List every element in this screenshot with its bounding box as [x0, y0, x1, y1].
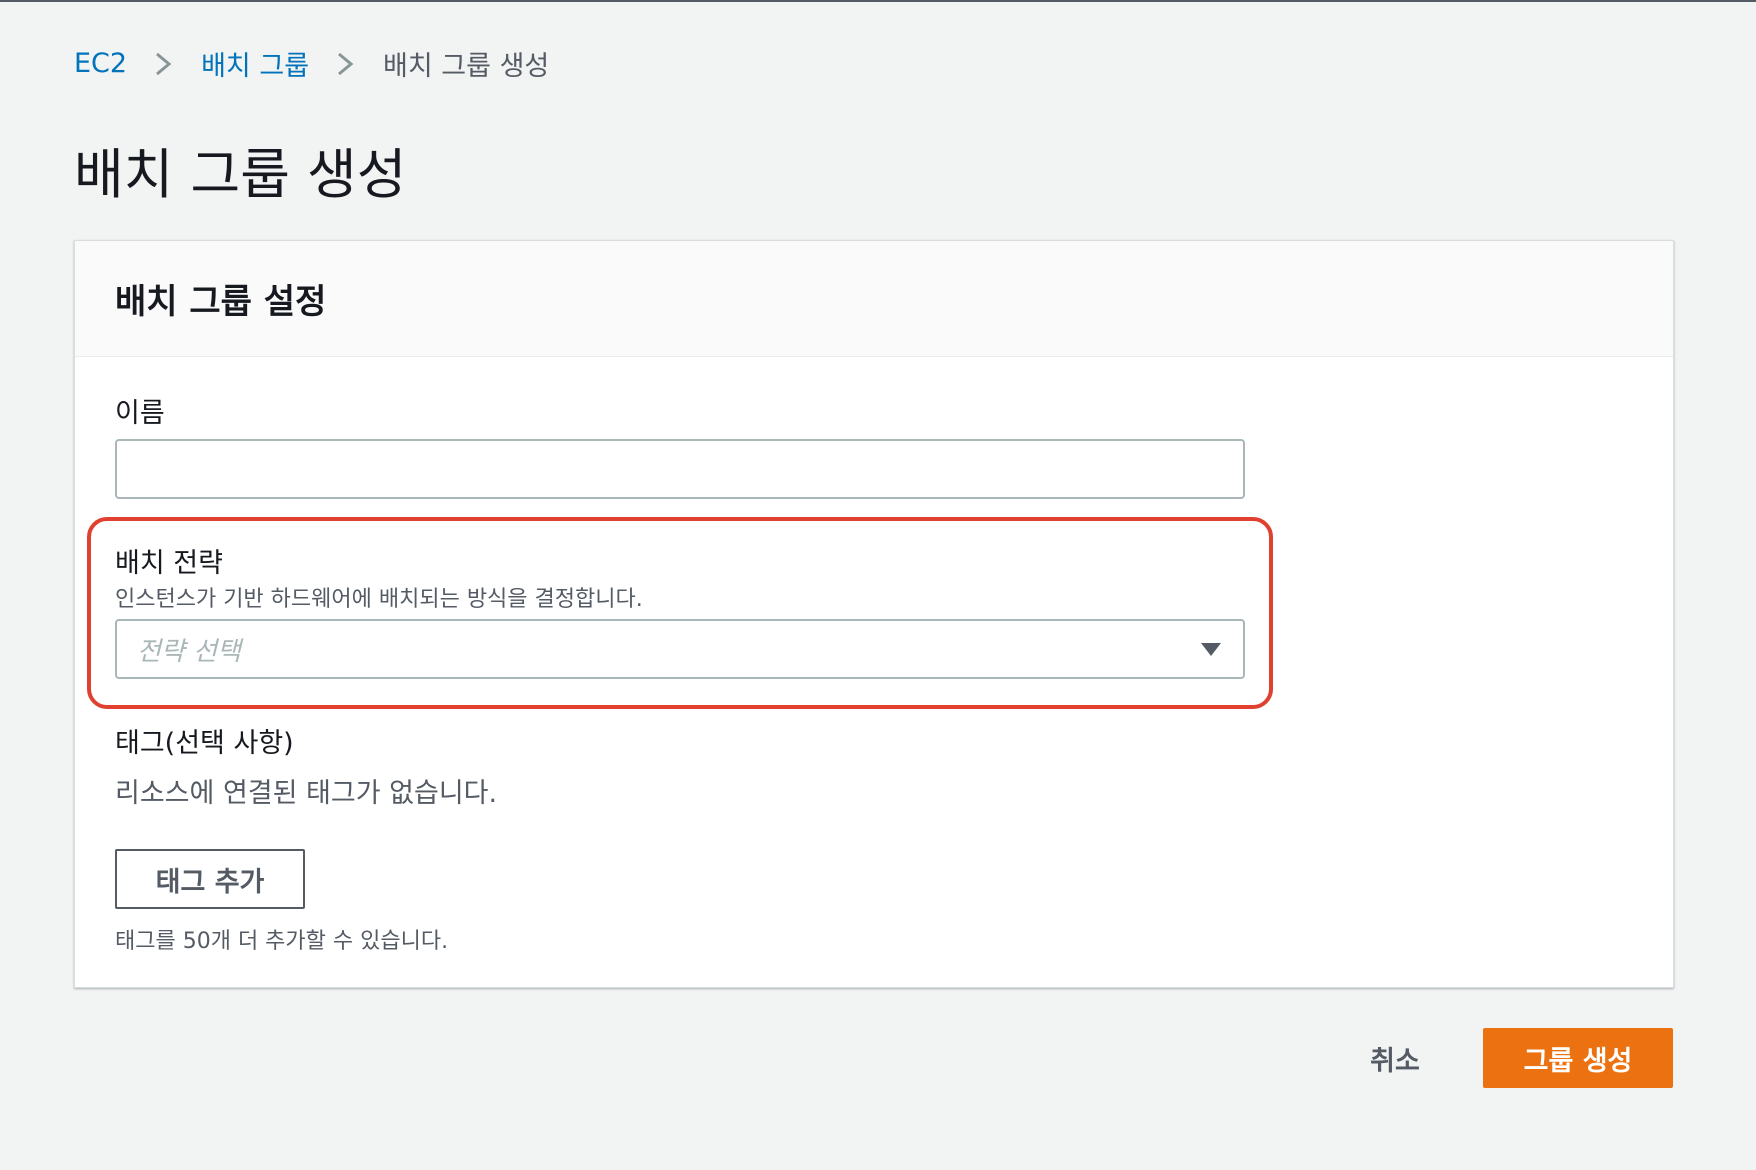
strategy-label: 배치 전략: [115, 548, 223, 579]
highlight-annotation: [87, 517, 1273, 709]
breadcrumb-placement-groups-link[interactable]: 배치 그룹: [201, 44, 309, 83]
strategy-select-placeholder: 전략 선택: [137, 636, 241, 667]
top-border: [0, 0, 1756, 2]
create-group-button[interactable]: 그룹 생성: [1483, 1028, 1673, 1088]
placement-group-settings-panel: 배치 그룹 설정 이름 배치 전략 인스턴스가 기반 하드웨어에 배치되는 방식…: [74, 240, 1674, 988]
strategy-description: 인스턴스가 기반 하드웨어에 배치되는 방식을 결정합니다.: [115, 587, 643, 612]
tags-empty-text: 리소스에 연결된 태그가 없습니다.: [115, 778, 498, 809]
name-label: 이름: [115, 398, 165, 429]
breadcrumb-current: 배치 그룹 생성: [383, 51, 550, 82]
chevron-right-icon: [127, 48, 201, 80]
add-tag-button[interactable]: 태그 추가: [115, 849, 305, 909]
caret-down-icon: [1201, 643, 1221, 656]
panel-title: 배치 그룹 설정: [115, 282, 327, 322]
panel-header: 배치 그룹 설정: [75, 241, 1673, 357]
cancel-button[interactable]: 취소: [1350, 1030, 1440, 1086]
strategy-select[interactable]: 전략 선택: [115, 619, 1245, 679]
breadcrumb-ec2-link[interactable]: EC2: [74, 48, 127, 79]
page-title: 배치 그룹 생성: [74, 143, 407, 206]
name-input[interactable]: [115, 439, 1245, 499]
breadcrumb: EC2 배치 그룹 배치 그룹 생성: [74, 44, 549, 83]
chevron-right-icon: [309, 48, 383, 80]
tags-limit-text: 태그를 50개 더 추가할 수 있습니다.: [115, 929, 449, 954]
tags-label: 태그(선택 사항): [115, 728, 294, 759]
